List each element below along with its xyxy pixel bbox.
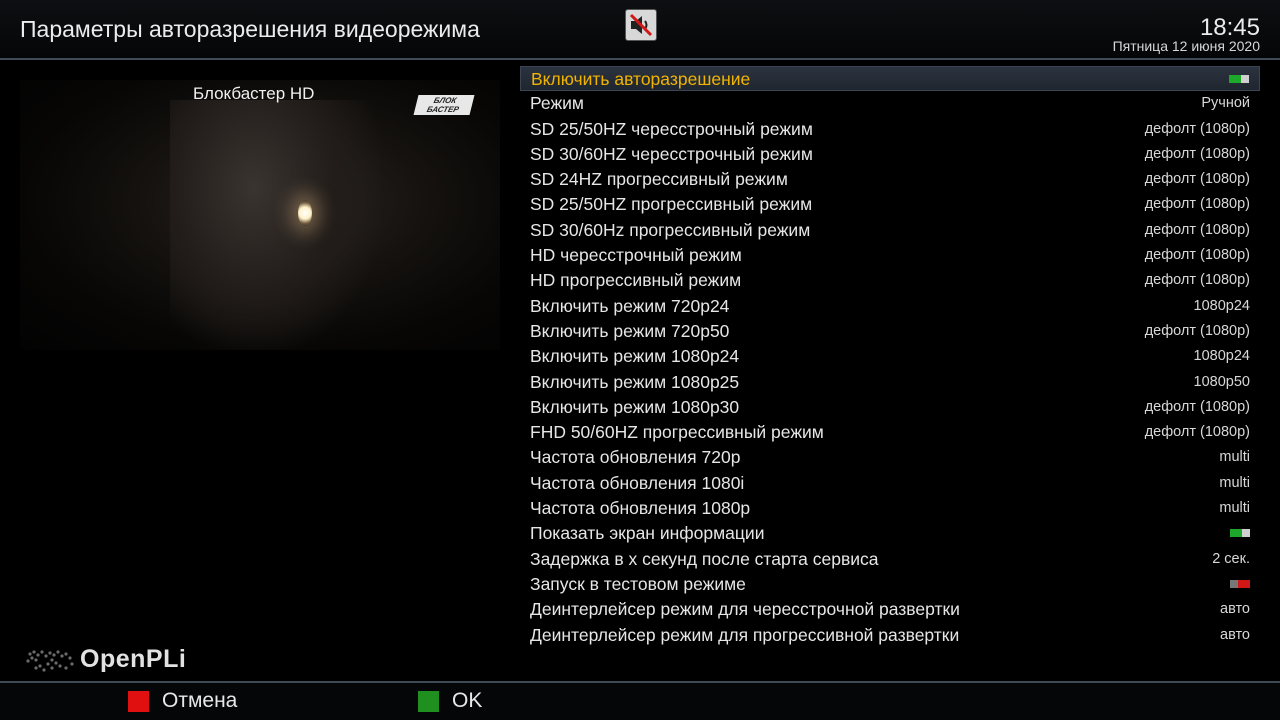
settings-row-label: SD 24HZ прогрессивный режим bbox=[530, 169, 788, 190]
settings-row-label: SD 30/60Hz прогрессивный режим bbox=[530, 219, 811, 240]
green-key-icon bbox=[418, 691, 439, 712]
settings-row-value: дефолт (1080p) bbox=[1144, 145, 1250, 162]
settings-row[interactable]: SD 30/60HZ чересстрочный режим дефолт (10… bbox=[520, 142, 1260, 167]
settings-list: Включить авторазрешение Режим Ручной SD 25/… bbox=[520, 66, 1260, 648]
settings-row[interactable]: Деинтерлейсер режим для прогрессивной ра… bbox=[520, 623, 1260, 648]
settings-row-value: multi bbox=[1219, 449, 1250, 466]
settings-row[interactable]: Частота обновления 720p multi bbox=[520, 445, 1260, 470]
toggle-off-icon[interactable] bbox=[1230, 579, 1250, 588]
settings-row[interactable]: HD прогрессивный режим дефолт (1080p) bbox=[520, 268, 1260, 293]
settings-row-label: Включить режим 1080p24 bbox=[530, 346, 740, 367]
settings-row-label: Режим bbox=[530, 93, 584, 114]
settings-row-label: Показать экран информации bbox=[530, 523, 765, 544]
settings-row-label: Частота обновления 1080p bbox=[530, 498, 751, 519]
screen: Параметры авторазрешения видеорежима 18:… bbox=[0, 0, 1280, 720]
toggle-on-icon[interactable] bbox=[1230, 529, 1250, 538]
settings-row-label: HD чересстрочный режим bbox=[530, 245, 742, 266]
settings-row-label: Запуск в тестовом режиме bbox=[530, 573, 746, 594]
mute-speaker-icon bbox=[625, 9, 657, 41]
settings-row[interactable]: Включить режим 1080p25 1080p50 bbox=[520, 370, 1260, 395]
settings-row[interactable]: SD 24HZ прогрессивный режим дефолт (1080p… bbox=[520, 167, 1260, 192]
channel-logo-line1: БЛОК bbox=[432, 96, 458, 105]
settings-row-value: дефолт (1080p) bbox=[1144, 272, 1250, 289]
settings-row-label: Деинтерлейсер режим для прогрессивной ра… bbox=[530, 624, 960, 645]
settings-row-label: HD прогрессивный режим bbox=[530, 270, 742, 291]
channel-name: Блокбастер HD bbox=[193, 84, 315, 103]
settings-row-label: Включить режим 1080p30 bbox=[530, 396, 740, 417]
settings-row[interactable]: Включить авторазрешение bbox=[520, 66, 1260, 92]
settings-row-value: авто bbox=[1220, 601, 1250, 618]
settings-row-value: авто bbox=[1220, 626, 1250, 643]
settings-row[interactable]: SD 30/60Hz прогрессивный режим дефолт (10… bbox=[520, 218, 1260, 243]
settings-row-value: 2 сек. bbox=[1212, 550, 1250, 567]
video-figure bbox=[170, 100, 380, 350]
header-divider bbox=[0, 58, 1280, 60]
settings-row-value: дефолт (1080p) bbox=[1144, 322, 1250, 339]
settings-row[interactable]: Включить режим 720p24 1080p24 bbox=[520, 294, 1260, 319]
settings-row-label: SD 25/50HZ чересстрочный режим bbox=[530, 118, 813, 139]
settings-row-value: дефолт (1080p) bbox=[1144, 398, 1250, 415]
settings-row[interactable]: Частота обновления 1080i multi bbox=[520, 471, 1260, 496]
channel-logo-line2: БАСТЕР bbox=[425, 105, 460, 114]
settings-row-label: FHD 50/60HZ прогрессивный режим bbox=[530, 422, 824, 443]
toggle-on-icon[interactable] bbox=[1229, 75, 1249, 83]
settings-row[interactable]: Запуск в тестовом режиме bbox=[520, 572, 1260, 597]
red-key-icon bbox=[128, 691, 149, 712]
settings-row[interactable]: SD 25/50HZ прогрессивный режим дефолт (10… bbox=[520, 192, 1260, 217]
settings-row[interactable]: Деинтерлейсер режим для чересстрочной ра… bbox=[520, 597, 1260, 622]
settings-row-label: SD 25/50HZ прогрессивный режим bbox=[530, 194, 813, 215]
settings-row[interactable]: Включить режим 1080p30 дефолт (1080p) bbox=[520, 395, 1260, 420]
settings-row-label: Деинтерлейсер режим для чересстрочной ра… bbox=[530, 599, 960, 620]
settings-row-label: Включить авторазрешение bbox=[531, 69, 751, 89]
settings-row-value: multi bbox=[1219, 500, 1250, 517]
settings-row-value: 1080p24 bbox=[1193, 297, 1250, 314]
settings-row-label: Частота обновления 1080i bbox=[530, 472, 745, 493]
settings-row[interactable]: Показать экран информации bbox=[520, 521, 1260, 546]
page-title: Параметры авторазрешения видеорежима bbox=[20, 16, 480, 42]
settings-row-label: Включить режим 1080p25 bbox=[530, 371, 740, 392]
settings-row-value: дефолт (1080p) bbox=[1144, 196, 1250, 213]
settings-row-value: дефолт (1080p) bbox=[1144, 247, 1250, 264]
settings-row-label: Включить режим 720p50 bbox=[530, 320, 730, 341]
ok-label: OK bbox=[452, 689, 483, 712]
settings-row[interactable]: Режим Ручной bbox=[520, 91, 1260, 116]
settings-row[interactable]: HD чересстрочный режим дефолт (1080p) bbox=[520, 243, 1260, 268]
settings-row[interactable]: Включить режим 720p50 дефолт (1080p) bbox=[520, 319, 1260, 344]
world-map-icon bbox=[22, 646, 78, 676]
cancel-label: Отмена bbox=[162, 689, 238, 712]
settings-row-value: Ручной bbox=[1201, 95, 1250, 112]
video-light bbox=[298, 200, 312, 226]
settings-row[interactable]: Включить режим 1080p24 1080p24 bbox=[520, 344, 1260, 369]
settings-row-value: дефолт (1080p) bbox=[1144, 424, 1250, 441]
footer: Отмена OK bbox=[0, 683, 1280, 720]
settings-row-label: Задержка в x секунд после старта сервиса bbox=[530, 548, 879, 569]
settings-row-value: дефолт (1080p) bbox=[1144, 120, 1250, 137]
settings-row-value: multi bbox=[1219, 474, 1250, 491]
settings-row-value: 1080p24 bbox=[1193, 348, 1250, 365]
header: Параметры авторазрешения видеорежима 18:… bbox=[0, 0, 1280, 58]
video-preview bbox=[20, 80, 500, 350]
settings-row[interactable]: FHD 50/60HZ прогрессивный режим дефолт (1… bbox=[520, 420, 1260, 445]
date: Пятница 12 июня 2020 bbox=[1112, 38, 1260, 54]
logo-text: OpenPLi bbox=[80, 645, 187, 673]
settings-row-label: Включить режим 720p24 bbox=[530, 295, 730, 316]
settings-row[interactable]: Частота обновления 1080p multi bbox=[520, 496, 1260, 521]
settings-row-value: дефолт (1080p) bbox=[1144, 221, 1250, 238]
settings-row-label: SD 30/60HZ чересстрочный режим bbox=[530, 143, 813, 164]
settings-row-value: дефолт (1080p) bbox=[1144, 171, 1250, 188]
settings-row[interactable]: SD 25/50HZ чересстрочный режим дефолт (10… bbox=[520, 117, 1260, 142]
settings-row-value: 1080p50 bbox=[1193, 373, 1250, 390]
settings-row[interactable]: Задержка в x секунд после старта сервиса… bbox=[520, 547, 1260, 572]
channel-logo: БЛОК БАСТЕР bbox=[413, 95, 475, 115]
settings-row-label: Частота обновления 720p bbox=[530, 447, 741, 468]
